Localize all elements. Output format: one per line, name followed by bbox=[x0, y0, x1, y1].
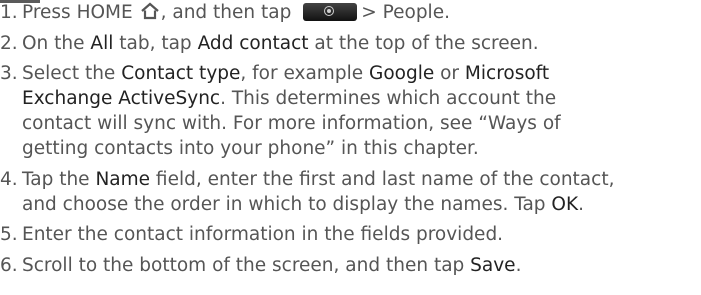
ui-term: Name bbox=[95, 169, 151, 190]
step-text: Select the Contact type, for example Goo… bbox=[22, 61, 691, 161]
step-text-segment: Scroll to the bottom of the screen, and … bbox=[22, 255, 471, 276]
ui-term: Google bbox=[368, 63, 435, 84]
step-text-segment: field, enter the first and last name of … bbox=[150, 169, 615, 190]
step-number: 3. bbox=[0, 63, 18, 84]
step-text-segment: , and then tap bbox=[160, 2, 292, 23]
step-text-segment: or bbox=[434, 63, 465, 84]
step-text: Tap the Name field, enter the first and … bbox=[22, 167, 691, 217]
step-text: On the All tab, tap Add contact at the t… bbox=[22, 31, 691, 56]
step-number: 6. bbox=[0, 255, 18, 276]
step-text-segment: at the top of the screen. bbox=[308, 33, 539, 54]
step-text-segment: , for example bbox=[240, 63, 369, 84]
ui-term: OK bbox=[551, 194, 579, 215]
step-text-segment: tab, tap bbox=[113, 33, 198, 54]
step-text-segment: and choose the order in which to display… bbox=[22, 194, 552, 215]
step-text-segment: . bbox=[578, 194, 585, 215]
step-text-segment: Select the bbox=[22, 63, 122, 84]
step-text-segment: contact will sync with. For more informa… bbox=[22, 113, 561, 134]
step-text-segment: > People. bbox=[361, 2, 450, 23]
step-number: 5. bbox=[0, 224, 18, 245]
ui-term: Save bbox=[470, 255, 516, 276]
step-text-segment: Press HOME bbox=[22, 2, 133, 23]
ui-term: Contact type bbox=[121, 63, 241, 84]
step-text-segment: . This determines which account the bbox=[220, 88, 557, 109]
home-icon bbox=[140, 2, 159, 20]
step-number: 4. bbox=[0, 169, 18, 190]
ui-term: Add contact bbox=[197, 33, 309, 54]
step-number: 2. bbox=[0, 33, 18, 54]
step-number: 1. bbox=[0, 2, 18, 23]
ui-term: Microsoft bbox=[464, 63, 550, 84]
step-text-segment: Tap the bbox=[22, 169, 96, 190]
step-text-segment: On the bbox=[22, 33, 91, 54]
step-text: Press HOME , and then tap > People. bbox=[22, 0, 691, 25]
step-text-segment: getting contacts into your phone” in thi… bbox=[22, 138, 479, 159]
step-text: Scroll to the bottom of the screen, and … bbox=[22, 253, 691, 278]
step-text-segment: . bbox=[515, 255, 522, 276]
ui-term: Exchange ActiveSync bbox=[22, 88, 221, 109]
camera-app-button-icon bbox=[303, 3, 358, 21]
ui-term: All bbox=[90, 33, 114, 54]
step-text: Enter the contact information in the fie… bbox=[22, 222, 691, 247]
step-text-segment: Enter the contact information in the fie… bbox=[22, 224, 504, 245]
